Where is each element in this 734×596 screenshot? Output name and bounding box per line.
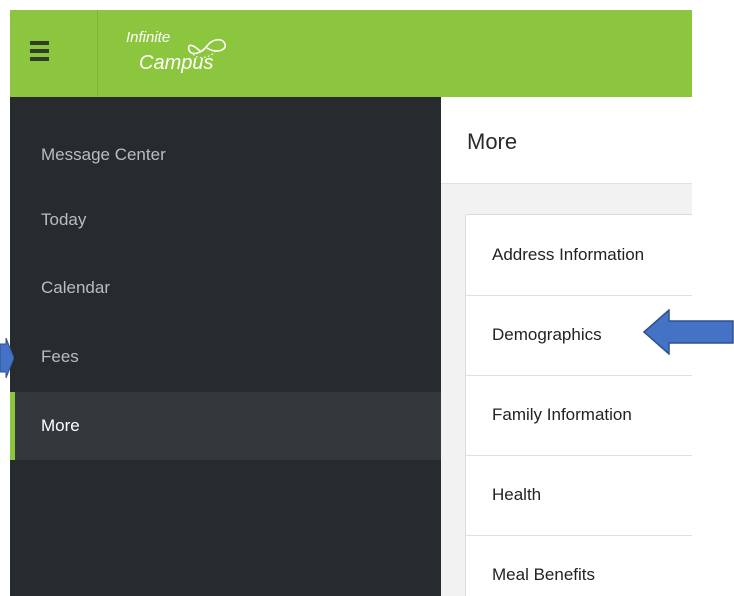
sidebar-item-label: Calendar [41, 278, 110, 297]
app-window: Infinite Campus Message Center Today Cal… [10, 10, 692, 596]
logo-text-infinite: Infinite [126, 29, 171, 46]
list-item-label: Address Information [492, 245, 645, 264]
sidebar-item-more[interactable]: More [10, 392, 441, 460]
sidebar-item-fees[interactable]: Fees [10, 323, 441, 391]
top-bar: Infinite Campus [10, 10, 692, 97]
list-item-family-information[interactable]: Family Information [466, 375, 692, 456]
sidebar-item-message-center[interactable]: Message Center [10, 121, 441, 189]
list-item-label: Family Information [492, 405, 632, 424]
sidebar-item-label: Message Center [41, 145, 166, 164]
more-options-list: Address Information Demographics Family … [465, 214, 692, 596]
sidebar-item-label: More [41, 416, 80, 435]
list-item-label: Meal Benefits [492, 565, 595, 584]
sidebar-item-label: Fees [41, 347, 79, 366]
list-item-label: Health [492, 485, 542, 504]
list-item-address-information[interactable]: Address Information [466, 215, 692, 296]
annotation-arrow-icon [643, 309, 734, 355]
sidebar-nav: Message Center Today Calendar Fees More [10, 97, 441, 596]
list-item-meal-benefits[interactable]: Meal Benefits [466, 535, 692, 596]
infinite-campus-logo: Infinite Campus [123, 24, 283, 84]
logo-text-campus: Campus [139, 52, 214, 74]
page-title: More [467, 129, 518, 154]
hamburger-menu-button[interactable] [10, 10, 98, 97]
active-indicator [10, 392, 15, 460]
sidebar-item-today[interactable]: Today [10, 186, 441, 254]
sidebar-item-label: Today [41, 210, 87, 229]
content-header: More [441, 97, 692, 184]
list-item-label: Demographics [492, 325, 602, 344]
annotation-arrow-icon [0, 338, 14, 378]
sidebar-item-calendar[interactable]: Calendar [10, 254, 441, 322]
list-item-health[interactable]: Health [466, 455, 692, 536]
